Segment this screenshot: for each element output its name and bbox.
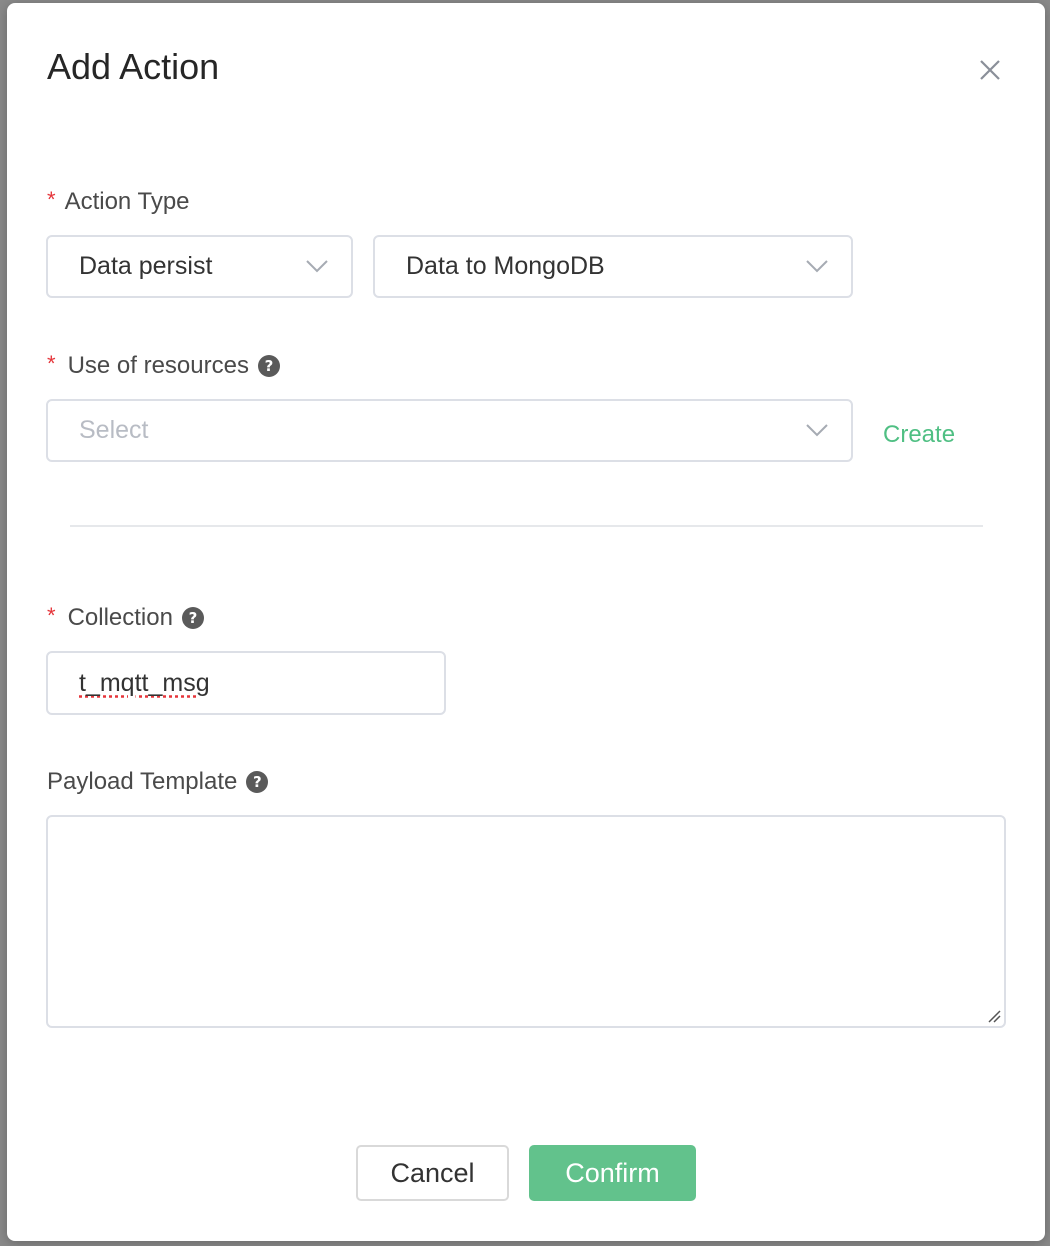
required-mark: * [47,603,56,628]
action-category-select[interactable]: Data persist [46,235,353,298]
resize-handle-icon[interactable] [987,1009,1001,1023]
action-type-label: * Action Type [47,187,190,216]
close-icon[interactable] [973,53,1007,87]
required-mark: * [47,187,56,212]
collection-label: * Collection ? [47,603,204,632]
resource-select[interactable]: Select [46,399,853,462]
create-resource-link[interactable]: Create [883,421,955,449]
add-action-dialog: Add Action * Action Type Data persist Da… [7,3,1045,1241]
action-target-value: Data to MongoDB [406,252,605,280]
chevron-down-icon [306,260,328,273]
resource-select-placeholder: Select [79,416,149,444]
collection-input[interactable]: t_mqtt_msg [46,651,446,715]
help-icon[interactable]: ? [181,607,204,629]
collection-input-value: t_mqtt_msg [79,668,210,697]
required-mark: * [47,351,56,376]
resources-label-text: Use of resources [67,352,249,379]
collection-label-text: Collection [67,604,173,631]
dialog-title: Add Action [47,46,220,87]
chevron-down-icon [806,424,828,437]
payload-template-label-text: Payload Template [47,768,238,795]
action-target-select[interactable]: Data to MongoDB [373,235,853,298]
confirm-button[interactable]: Confirm [529,1145,696,1201]
payload-template-textarea[interactable] [46,815,1006,1028]
payload-template-label: Payload Template ? [47,768,269,796]
help-icon[interactable]: ? [246,771,269,793]
resources-label: * Use of resources ? [47,351,280,380]
action-category-value: Data persist [79,252,213,280]
cancel-button[interactable]: Cancel [356,1145,509,1201]
help-icon[interactable]: ? [257,355,280,377]
chevron-down-icon [806,260,828,273]
action-type-label-text: Action Type [64,188,190,215]
divider [70,525,983,527]
